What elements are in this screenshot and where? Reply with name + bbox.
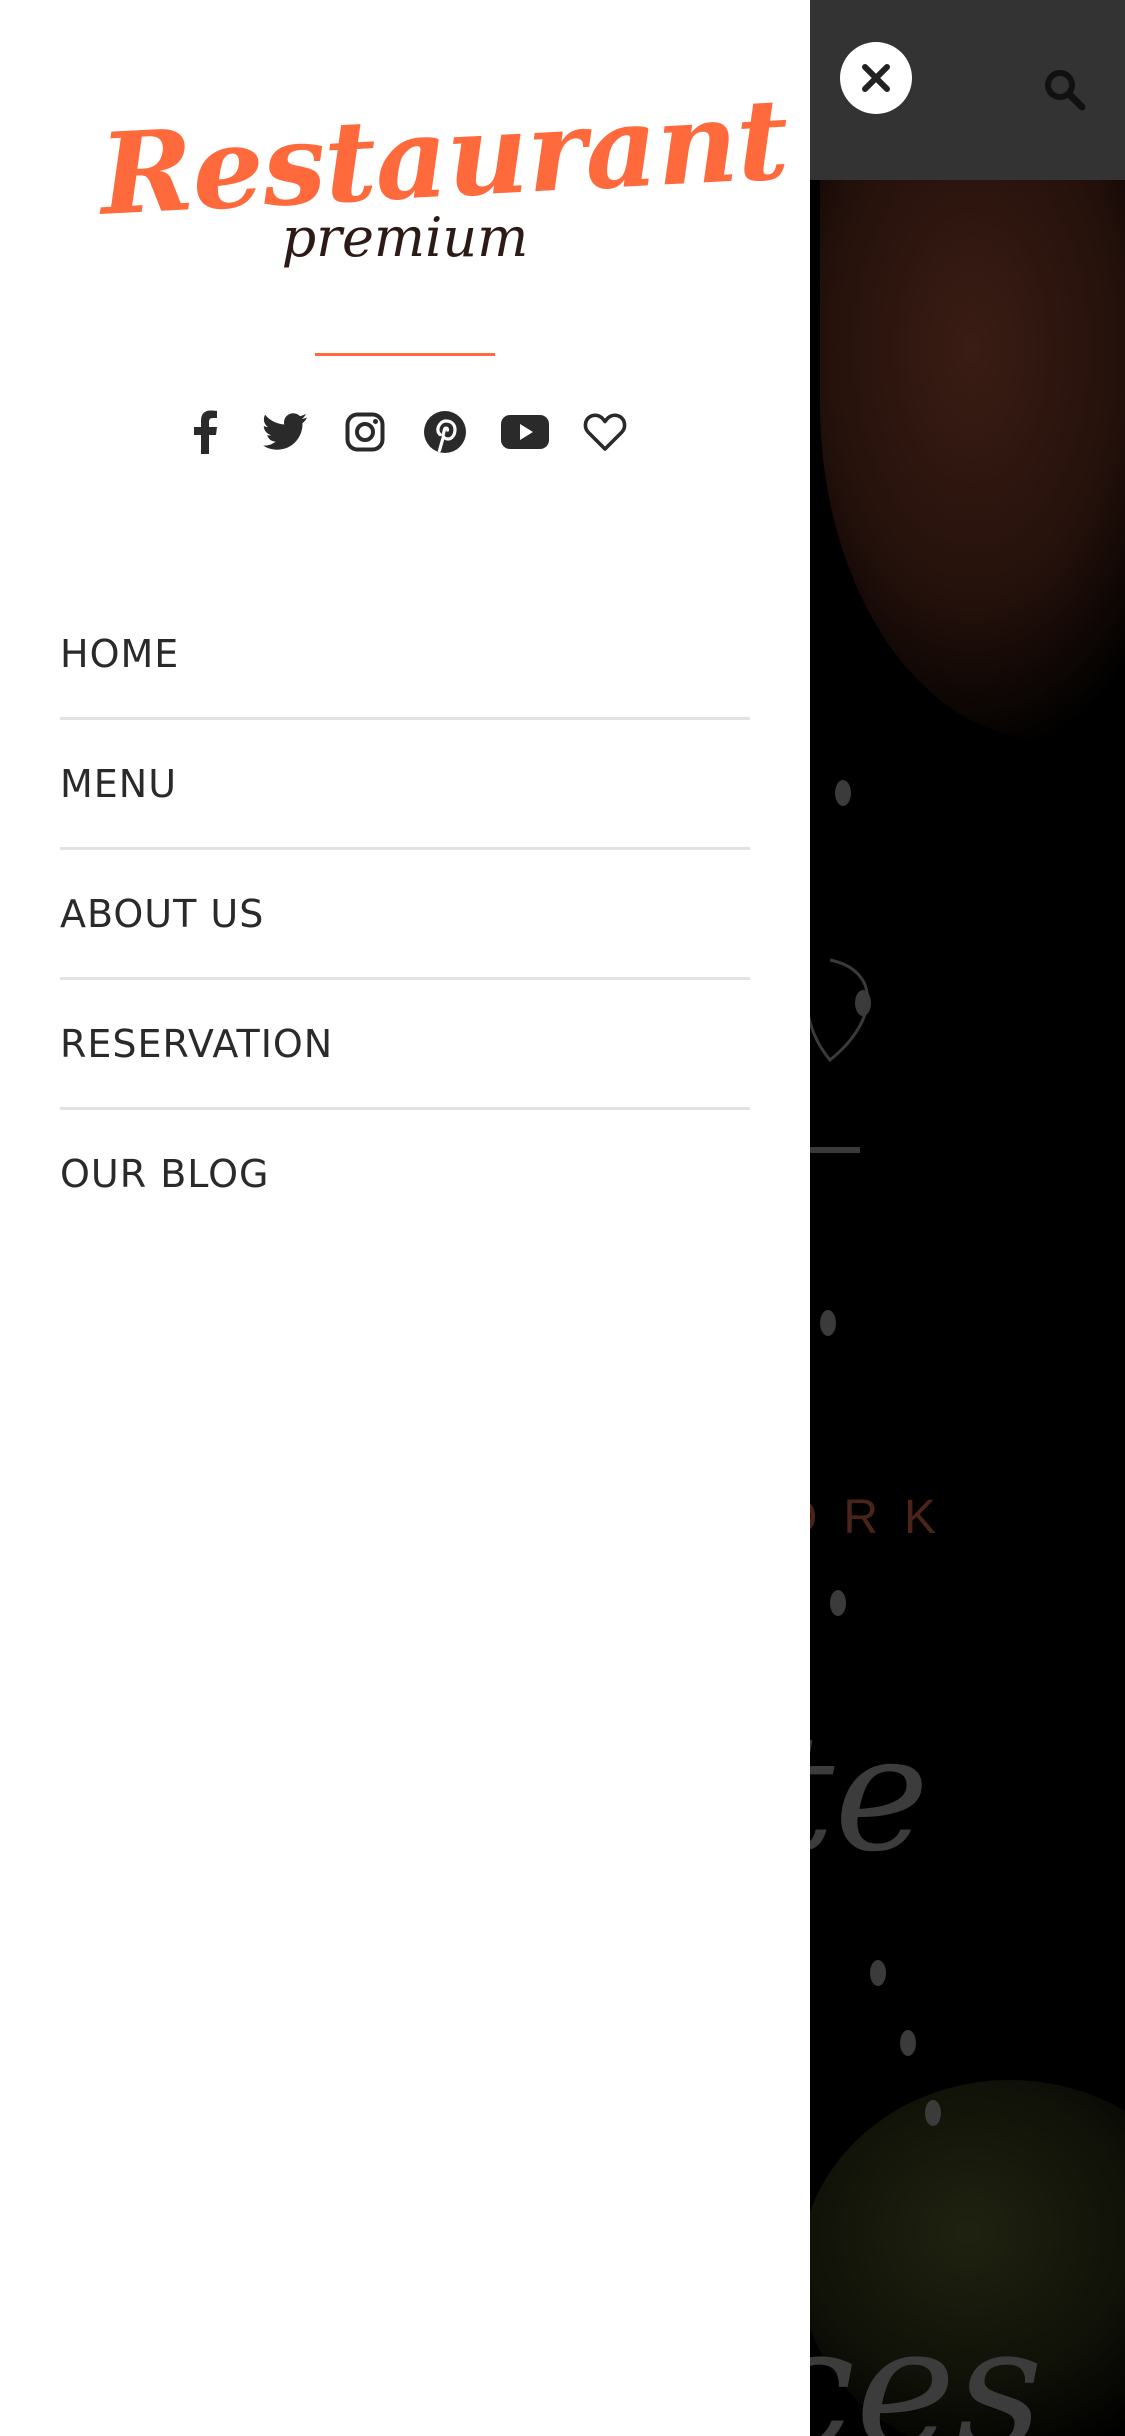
decorative-seed [925, 2100, 941, 2126]
facebook-link[interactable] [180, 407, 230, 457]
twitter-icon [263, 413, 307, 450]
close-menu-button[interactable] [840, 42, 912, 114]
logo-divider [315, 353, 495, 356]
side-drawer-menu: Restaurant premium HOME MENU ABOUT US RE… [0, 0, 810, 2436]
nav-item-about-us: ABOUT US [60, 850, 750, 980]
youtube-link[interactable] [500, 407, 550, 457]
decorative-seed [870, 1960, 886, 1986]
youtube-icon [501, 415, 549, 449]
pinterest-link[interactable] [420, 407, 470, 457]
twitter-link[interactable] [260, 407, 310, 457]
nav-link-about-us[interactable]: ABOUT US [60, 892, 264, 936]
site-logo[interactable]: Restaurant premium [97, 74, 791, 280]
decorative-seed [820, 1310, 836, 1336]
favorites-link[interactable] [580, 407, 630, 457]
nav-link-reservation[interactable]: RESERVATION [60, 1022, 333, 1066]
instagram-link[interactable] [340, 407, 390, 457]
instagram-icon [345, 412, 385, 452]
nav-link-home[interactable]: HOME [60, 632, 179, 676]
decorative-seed [900, 2030, 916, 2056]
main-navigation: HOME MENU ABOUT US RESERVATION OUR BLOG [60, 590, 750, 1240]
nav-item-our-blog: OUR BLOG [60, 1110, 750, 1240]
search-icon [1045, 69, 1086, 110]
nav-link-menu[interactable]: MENU [60, 762, 177, 806]
nav-item-home: HOME [60, 590, 750, 720]
heart-icon [583, 413, 627, 451]
app-screen: ORK T te ces Restaurant premium [0, 0, 1125, 2436]
nav-item-menu: MENU [60, 720, 750, 850]
logo-wordmark: Restaurant [96, 74, 791, 241]
nav-link-our-blog[interactable]: OUR BLOG [60, 1152, 269, 1196]
pinterest-icon [424, 411, 466, 453]
hero-food-image [820, 180, 1125, 740]
social-links [0, 404, 810, 460]
close-icon [862, 64, 890, 92]
decorative-seed [835, 780, 851, 806]
facebook-icon [194, 410, 217, 454]
search-button[interactable] [1040, 66, 1088, 114]
nav-item-reservation: RESERVATION [60, 980, 750, 1110]
